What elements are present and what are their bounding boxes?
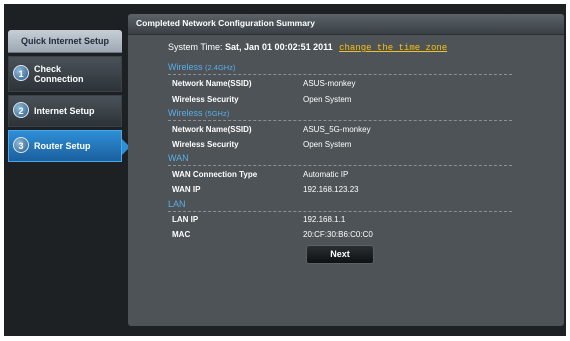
change-time-zone-link[interactable]: change the time zone: [339, 43, 447, 53]
next-button[interactable]: Next: [306, 245, 374, 264]
panel-title: Completed Network Configuration Summary: [128, 14, 564, 35]
summary-panel: Completed Network Configuration Summary …: [128, 14, 564, 326]
info-row: Wireless Security Open System: [172, 140, 352, 149]
info-row: WAN Connection Type Automatic IP: [172, 170, 349, 179]
info-row: Network Name(SSID) ASUS-monkey: [172, 79, 356, 88]
sidebar-item-label: Check Connection: [34, 64, 84, 84]
divider: [168, 120, 512, 121]
divider: [168, 74, 512, 75]
divider: [168, 165, 512, 166]
info-row: MAC 20:CF:30:B6:C0:C0: [172, 230, 373, 239]
step-1-badge: 1: [13, 65, 29, 81]
sidebar: Quick Internet Setup 1 Check Connection 2…: [8, 30, 130, 162]
sidebar-header: Quick Internet Setup: [8, 30, 122, 53]
section-lan: LAN: [168, 199, 186, 209]
section-wireless-24ghz: Wireless (2.4GHz): [168, 62, 236, 72]
sidebar-item-label: Internet Setup: [34, 106, 95, 116]
sidebar-item-internet-setup[interactable]: 2 Internet Setup: [8, 95, 122, 127]
step-3-badge: 3: [13, 137, 29, 153]
info-row: WAN IP 192.168.123.23: [172, 185, 359, 194]
info-row: Wireless Security Open System: [172, 95, 352, 104]
system-time-value: Sat, Jan 01 00:02:51 2011: [225, 42, 333, 52]
sidebar-item-check-connection[interactable]: 1 Check Connection: [8, 56, 122, 92]
info-row: LAN IP 192.168.1.1: [172, 215, 346, 224]
section-wireless-5ghz: Wireless (5GHz): [168, 108, 230, 118]
step-2-badge: 2: [13, 102, 29, 118]
divider: [168, 211, 512, 212]
sidebar-item-router-setup[interactable]: 3 Router Setup: [8, 130, 130, 162]
system-time: System Time: Sat, Jan 01 00:02:51 2011 c…: [168, 42, 448, 53]
section-wan: WAN: [168, 153, 189, 163]
info-row: Network Name(SSID) ASUS_5G-monkey: [172, 125, 371, 134]
sidebar-item-label: Router Setup: [34, 141, 91, 151]
